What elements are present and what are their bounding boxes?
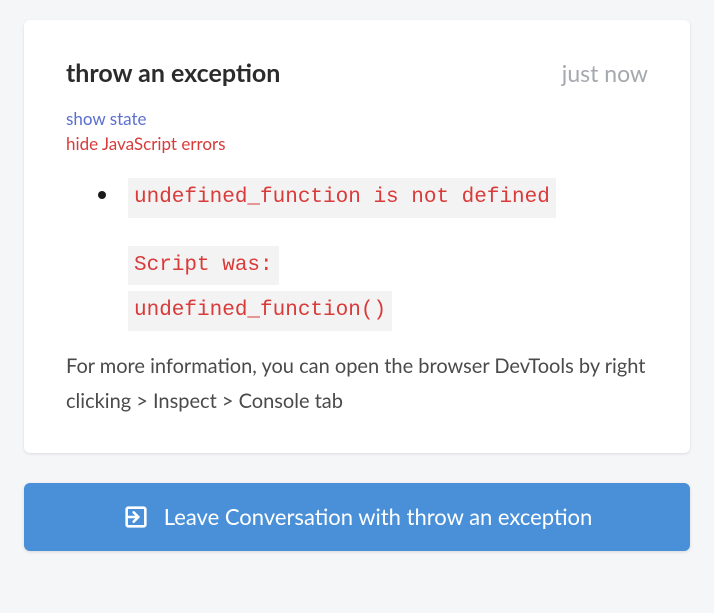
card-title: throw an exception bbox=[66, 58, 280, 88]
error-block: undefined_function is not defined Script… bbox=[98, 178, 648, 337]
card-header: throw an exception just now bbox=[66, 58, 648, 88]
action-links: show state hide JavaScript errors bbox=[66, 108, 648, 154]
error-message: undefined_function is not defined bbox=[128, 178, 556, 218]
message-card: throw an exception just now show state h… bbox=[24, 20, 690, 453]
leave-conversation-button[interactable]: Leave Conversation with throw an excepti… bbox=[24, 483, 690, 551]
bullet-icon bbox=[98, 191, 106, 199]
error-item: undefined_function is not defined bbox=[98, 178, 648, 218]
timestamp: just now bbox=[562, 59, 648, 87]
show-state-link[interactable]: show state bbox=[66, 108, 648, 129]
leave-button-label: Leave Conversation with throw an excepti… bbox=[164, 503, 593, 530]
script-label: Script was: bbox=[128, 246, 279, 286]
exit-icon bbox=[122, 503, 150, 531]
hide-js-errors-link[interactable]: hide JavaScript errors bbox=[66, 133, 648, 154]
info-text: For more information, you can open the b… bbox=[66, 349, 648, 419]
script-block: Script was: undefined_function() bbox=[128, 246, 648, 337]
script-body: undefined_function() bbox=[128, 291, 392, 331]
